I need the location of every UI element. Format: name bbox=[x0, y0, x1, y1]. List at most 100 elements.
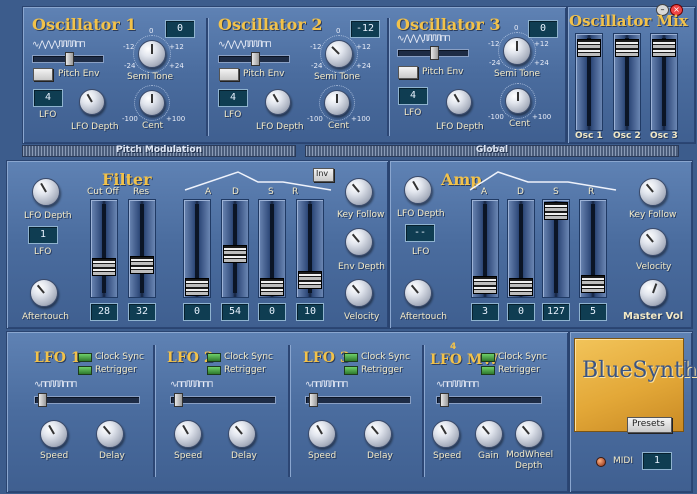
osc2-semitone-knob[interactable] bbox=[325, 40, 353, 68]
slider-thumb[interactable] bbox=[251, 52, 260, 66]
osc1-lfo-display: 4 bbox=[33, 89, 63, 107]
osc2-cent-knob[interactable] bbox=[324, 90, 350, 116]
osc1-pitch-env-button[interactable] bbox=[33, 68, 53, 81]
osc3-mix-fader[interactable] bbox=[650, 33, 678, 131]
lfo2-clock-sync-checkbox[interactable] bbox=[207, 353, 221, 362]
filter-res-fader[interactable] bbox=[128, 199, 156, 298]
osc1-lfo-depth-knob[interactable] bbox=[79, 89, 105, 115]
osc2-pitch-env-button[interactable] bbox=[219, 68, 239, 81]
lfo4-waveform-slider[interactable] bbox=[436, 393, 542, 407]
lfo1-retrigger-checkbox[interactable] bbox=[78, 366, 92, 375]
osc3-lfo-depth-knob[interactable] bbox=[446, 89, 472, 115]
filter-release-fader[interactable] bbox=[296, 199, 324, 298]
slider-thumb[interactable] bbox=[440, 393, 449, 407]
lfo1-waveform-slider[interactable] bbox=[34, 393, 140, 407]
lfo4-speed-knob[interactable] bbox=[432, 420, 460, 448]
lfo2-retrigger-checkbox[interactable] bbox=[207, 366, 221, 375]
filter-res-label: Res bbox=[133, 187, 150, 197]
filter-aftertouch-knob[interactable] bbox=[30, 279, 58, 307]
filter-sustain-fader[interactable] bbox=[258, 199, 286, 298]
lfo3-retrigger-checkbox[interactable] bbox=[344, 366, 358, 375]
lfo1-speed-knob[interactable] bbox=[40, 420, 68, 448]
amp-aftertouch-knob[interactable] bbox=[404, 279, 432, 307]
amp-velocity-knob[interactable] bbox=[639, 228, 667, 256]
fader-thumb[interactable] bbox=[615, 39, 639, 57]
osc3-pitch-env-button[interactable] bbox=[398, 66, 418, 79]
lfo4-clock-sync-checkbox[interactable] bbox=[481, 353, 495, 362]
pitch-modulation-bar[interactable]: Pitch Modulation bbox=[22, 145, 296, 157]
osc2-semi-pos: +12 bbox=[356, 43, 371, 51]
filter-cutoff-fader[interactable] bbox=[90, 199, 118, 298]
amp-release-fader[interactable] bbox=[579, 199, 607, 298]
filter-velocity-knob[interactable] bbox=[345, 279, 373, 307]
filter-env-depth-knob[interactable] bbox=[345, 228, 373, 256]
filter-attack-fader[interactable] bbox=[183, 199, 211, 298]
filter-aftertouch-label: Aftertouch bbox=[22, 312, 70, 322]
lfo1-clock-sync-checkbox[interactable] bbox=[78, 353, 92, 362]
amp-decay-fader[interactable] bbox=[507, 199, 535, 298]
fader-thumb[interactable] bbox=[509, 278, 533, 296]
fader-thumb[interactable] bbox=[652, 39, 676, 57]
osc2-waveform-slider[interactable] bbox=[218, 52, 290, 66]
osc2-lfo-depth-knob[interactable] bbox=[265, 89, 291, 115]
osc3-waveform-slider[interactable] bbox=[397, 46, 469, 60]
lfo3-waveform-slider[interactable] bbox=[305, 393, 411, 407]
osc1-semitone-knob[interactable] bbox=[138, 40, 166, 68]
filter-key-follow-knob[interactable] bbox=[345, 178, 373, 206]
slider-thumb[interactable] bbox=[430, 46, 439, 60]
lfo2-waveform-slider[interactable] bbox=[170, 393, 276, 407]
slider-thumb[interactable] bbox=[38, 393, 47, 407]
filter-lfo-depth-knob[interactable] bbox=[32, 178, 60, 206]
slider-thumb[interactable] bbox=[309, 393, 318, 407]
amp-attack-fader[interactable] bbox=[471, 199, 499, 298]
lfo1-delay-knob[interactable] bbox=[96, 420, 124, 448]
filter-invert-button[interactable]: Inv bbox=[313, 168, 334, 182]
presets-button[interactable]: Presets bbox=[627, 417, 672, 433]
fader-thumb[interactable] bbox=[298, 271, 322, 289]
fader-thumb[interactable] bbox=[544, 202, 568, 220]
divider bbox=[422, 345, 424, 477]
fader-thumb[interactable] bbox=[130, 256, 154, 274]
lfo2-speed-knob[interactable] bbox=[174, 420, 202, 448]
filter-attack-display: 0 bbox=[183, 303, 211, 321]
lfo4-modwheel-depth-knob[interactable] bbox=[515, 420, 543, 448]
slider-thumb[interactable] bbox=[174, 393, 183, 407]
amp-lfo-depth-knob[interactable] bbox=[404, 176, 432, 204]
fader-thumb[interactable] bbox=[577, 39, 601, 57]
lfo2-speed-label: Speed bbox=[174, 451, 203, 461]
osc1-mix-fader[interactable] bbox=[575, 33, 603, 131]
osc1-semi-pos: +12 bbox=[169, 43, 184, 51]
amp-sustain-fader[interactable] bbox=[542, 199, 570, 298]
midi-channel-display[interactable]: 1 bbox=[642, 452, 672, 470]
fader-thumb[interactable] bbox=[92, 258, 116, 276]
global-bar[interactable]: Global bbox=[305, 145, 679, 157]
divider bbox=[206, 18, 208, 136]
osc3-cent-min: -100 bbox=[488, 113, 504, 121]
osc2-title: Oscillator 2 bbox=[218, 15, 323, 34]
fader-thumb[interactable] bbox=[473, 276, 497, 294]
osc3-semitone-knob[interactable] bbox=[503, 37, 531, 65]
lfo3-speed-knob[interactable] bbox=[308, 420, 336, 448]
osc1-cent-knob[interactable] bbox=[139, 90, 165, 116]
slider-thumb[interactable] bbox=[65, 52, 74, 66]
amp-key-follow-knob[interactable] bbox=[639, 178, 667, 206]
lfo4-retrigger-checkbox[interactable] bbox=[481, 366, 495, 375]
osc1-semi-zero: 0 bbox=[149, 27, 154, 35]
lfo3-clock-sync-checkbox[interactable] bbox=[344, 353, 358, 362]
lfo2-delay-knob[interactable] bbox=[228, 420, 256, 448]
osc1-waveform-slider[interactable] bbox=[32, 52, 104, 66]
osc2-mix-fader[interactable] bbox=[613, 33, 641, 131]
master-volume-knob[interactable] bbox=[639, 279, 667, 307]
lfo4-gain-knob[interactable] bbox=[475, 420, 503, 448]
fader-thumb[interactable] bbox=[581, 275, 605, 293]
osc3-cent-knob[interactable] bbox=[505, 88, 531, 114]
amp-d-label: D bbox=[517, 187, 524, 197]
fader-thumb[interactable] bbox=[223, 245, 247, 263]
fader-thumb[interactable] bbox=[185, 278, 209, 296]
filter-decay-fader[interactable] bbox=[221, 199, 249, 298]
osc1-cent-max: +100 bbox=[166, 115, 186, 123]
osc3-cent-label: Cent bbox=[509, 119, 531, 129]
osc1-mix-label: Osc 1 bbox=[575, 131, 603, 141]
lfo3-delay-knob[interactable] bbox=[364, 420, 392, 448]
fader-thumb[interactable] bbox=[260, 278, 284, 296]
